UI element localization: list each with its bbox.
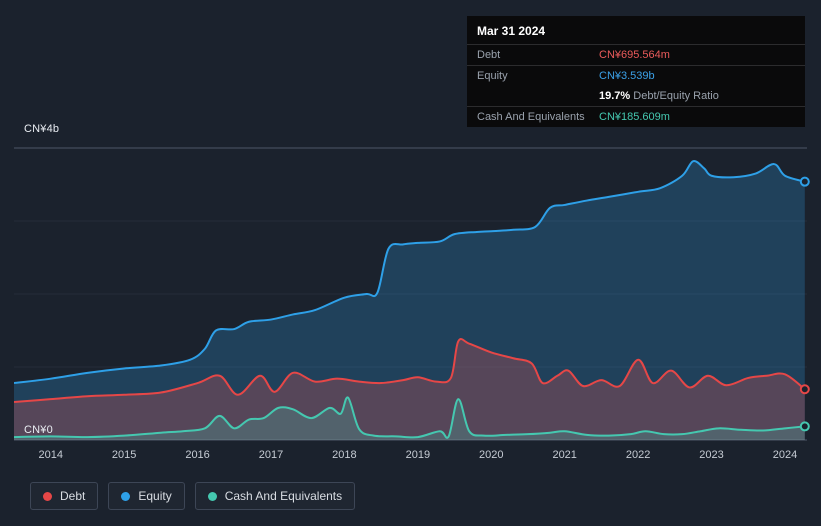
- legend-equity-label: Equity: [138, 489, 172, 503]
- cash-dot-icon: [207, 491, 217, 501]
- x-tick-label: 2022: [625, 449, 651, 461]
- tooltip-equity-value: CN¥3.539b: [599, 70, 655, 82]
- legend-item-equity[interactable]: Equity: [108, 482, 185, 510]
- x-tick-label: 2020: [479, 449, 504, 461]
- x-tick-label: 2018: [332, 449, 357, 461]
- x-tick-label: 2014: [38, 449, 63, 461]
- x-axis: 2014 2015 2016 2017 2018 2019 2020 2021 2022 2023…: [0, 449, 821, 465]
- tooltip-debt-value: CN¥695.564m: [599, 49, 670, 61]
- legend-item-cash[interactable]: Cash And Equivalents: [194, 482, 356, 510]
- x-tick-label: 2024: [772, 449, 798, 461]
- debt-equity-history-chart: CN¥4b CN¥0 2014 2015 2016 2017 2018 2019 2020 2…: [0, 0, 821, 526]
- x-tick-label: 2017: [258, 449, 284, 461]
- tooltip-row-equity: Equity CN¥3.539b: [467, 65, 805, 86]
- tooltip-row-cash: Cash And Equivalents CN¥185.609m: [467, 106, 805, 127]
- tooltip-row-ratio: 19.7% Debt/Equity Ratio: [467, 86, 805, 106]
- x-tick-label: 2016: [185, 449, 210, 461]
- tooltip-cash-label: Cash And Equivalents: [477, 111, 585, 123]
- tooltip-cash-value: CN¥185.609m: [599, 111, 670, 123]
- equity-dot-icon: [121, 491, 131, 501]
- ratio-percent: 19.7%: [599, 90, 631, 102]
- tooltip-ratio-value: 19.7% Debt/Equity Ratio: [599, 90, 719, 102]
- legend-cash-label: Cash And Equivalents: [224, 489, 343, 503]
- legend-item-debt[interactable]: Debt: [30, 482, 99, 510]
- x-tick-label: 2021: [552, 449, 577, 461]
- tooltip-debt-label: Debt: [477, 49, 501, 61]
- x-tick-label: 2019: [405, 449, 431, 461]
- x-tick-label: 2023: [699, 449, 724, 461]
- ratio-label: Debt/Equity Ratio: [633, 90, 719, 102]
- y-axis-label-bottom: CN¥0: [24, 424, 53, 436]
- legend-debt-label: Debt: [60, 489, 86, 503]
- legend: Debt Equity Cash And Equivalents: [30, 482, 356, 510]
- tooltip-date: Mar 31 2024: [477, 24, 546, 38]
- tooltip-row-debt: Debt CN¥695.564m: [467, 44, 805, 65]
- tooltip: Mar 31 2024 Debt CN¥695.564m Equity CN¥3…: [467, 16, 805, 127]
- x-tick-label: 2015: [111, 449, 137, 461]
- debt-dot-icon: [43, 491, 52, 501]
- tooltip-equity-label: Equity: [477, 70, 508, 82]
- y-axis-label-top: CN¥4b: [24, 123, 60, 135]
